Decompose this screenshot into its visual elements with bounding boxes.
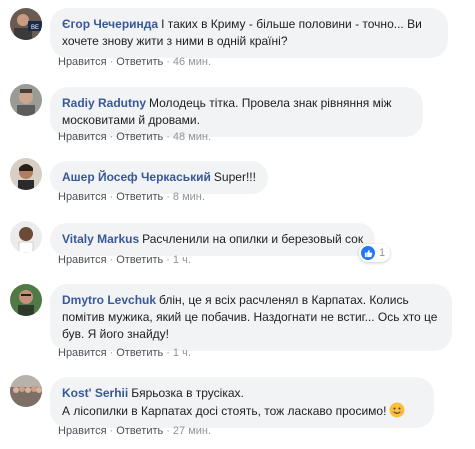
- comment-time[interactable]: 46 мин.: [173, 56, 211, 68]
- smile-emoji-icon: [389, 402, 405, 418]
- reply-link[interactable]: Ответить: [116, 56, 163, 68]
- separator: ·: [109, 425, 114, 437]
- separator: ·: [166, 347, 170, 359]
- avatar-image-icon: [10, 284, 42, 316]
- comment-author[interactable]: Vitaly Markus: [62, 232, 139, 246]
- separator: ·: [109, 56, 114, 68]
- avatar[interactable]: [10, 84, 42, 116]
- separator: ·: [166, 425, 170, 437]
- reply-link[interactable]: Ответить: [116, 131, 163, 143]
- like-link[interactable]: Нравится: [58, 56, 107, 68]
- comment-author[interactable]: Ашер Йосеф Черкаський: [62, 170, 211, 184]
- avatar-image-icon: [10, 84, 42, 116]
- avatar[interactable]: [10, 221, 42, 253]
- avatar[interactable]: BE: [10, 8, 42, 40]
- comment-actions: Нравится · Ответить · 46 мин.: [58, 56, 211, 68]
- comment-author[interactable]: Dmytro Levchuk: [62, 293, 156, 307]
- comment-bubble: Vitaly Markus Расчленили на опилки и бере…: [50, 223, 376, 256]
- comment-bubble: Dmytro Levchuk блін, це я всіх расчленял …: [50, 284, 452, 351]
- comment-author[interactable]: Kost' Serhii: [62, 386, 128, 400]
- separator: ·: [166, 56, 170, 68]
- separator: ·: [109, 347, 114, 359]
- comment-time[interactable]: 27 мин.: [173, 425, 211, 437]
- avatar-image-icon: [10, 221, 42, 253]
- comment-actions: Нравится · Ответить · 48 мин.: [58, 131, 211, 143]
- like-link[interactable]: Нравится: [58, 254, 107, 266]
- avatar[interactable]: [10, 284, 42, 316]
- comment-actions: Нравится · Ответить · 8 мин.: [58, 191, 205, 203]
- comment-text: Расчленили на опилки и березовый сок: [142, 232, 364, 246]
- reply-link[interactable]: Ответить: [116, 191, 163, 203]
- comment-text-line2: А лісопилки в Карпатах досі стоять, тож …: [62, 404, 387, 418]
- comment-actions: Нравится · Ответить · 1 ч.: [58, 347, 191, 359]
- separator: ·: [109, 254, 114, 266]
- separator: ·: [109, 131, 114, 143]
- comment-actions: Нравится · Ответить · 27 мин.: [58, 425, 211, 437]
- reaction-count-value: 1: [379, 247, 386, 259]
- comment-actions: Нравится · Ответить · 1 ч.: [58, 254, 191, 266]
- like-link[interactable]: Нравится: [58, 347, 107, 359]
- like-link[interactable]: Нравится: [58, 131, 107, 143]
- separator: ·: [166, 191, 170, 203]
- comment-time[interactable]: 48 мин.: [173, 131, 211, 143]
- reply-link[interactable]: Ответить: [116, 254, 163, 266]
- reply-link[interactable]: Ответить: [116, 425, 163, 437]
- reply-link[interactable]: Ответить: [116, 347, 163, 359]
- avatar-badge: BE: [31, 25, 39, 31]
- comment-bubble: Єгор Чечеринда І таких в Криму - більше п…: [50, 8, 448, 58]
- like-reaction-icon: [361, 246, 375, 260]
- comment-bubble: Ашер Йосеф Черкаський Super!!!: [50, 161, 268, 194]
- comment-text: Бярьозка в трусіках.: [131, 386, 244, 400]
- avatar[interactable]: [10, 158, 42, 190]
- comment-time[interactable]: 1 ч.: [173, 254, 191, 266]
- separator: ·: [166, 131, 170, 143]
- separator: ·: [166, 254, 170, 266]
- avatar-image-icon: BE: [10, 8, 42, 40]
- comment-author[interactable]: Єгор Чечеринда: [62, 17, 158, 31]
- comment-bubble: Kost' Serhii Бярьозка в трусіках. А лісоп…: [50, 377, 434, 428]
- avatar-image-icon: [10, 158, 42, 190]
- avatar[interactable]: [10, 375, 42, 407]
- comment-author[interactable]: Radiy Radutny: [62, 96, 146, 110]
- comment-time[interactable]: 8 мин.: [173, 191, 205, 203]
- comment-text: Super!!!: [213, 170, 256, 184]
- avatar-image-icon: [10, 375, 42, 407]
- comment-time[interactable]: 1 ч.: [173, 347, 191, 359]
- like-link[interactable]: Нравится: [58, 191, 107, 203]
- separator: ·: [109, 191, 114, 203]
- comment-bubble: Radiy Radutny Молодець тітка. Провела зна…: [50, 87, 423, 137]
- reaction-count[interactable]: 1: [359, 244, 391, 262]
- like-link[interactable]: Нравится: [58, 425, 107, 437]
